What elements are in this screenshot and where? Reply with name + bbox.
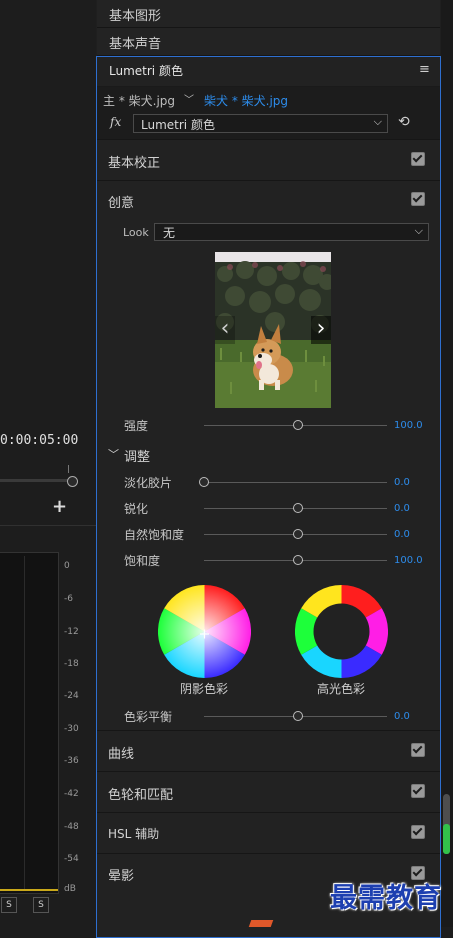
saturation-value[interactable]: 100.0 <box>394 555 423 566</box>
audio-meter-channel-divider <box>24 556 25 890</box>
creative-checkbox[interactable] <box>411 192 425 206</box>
solo-button-right[interactable]: S <box>33 897 49 913</box>
divider <box>97 180 440 181</box>
tab-label: 基本声音 <box>109 37 162 52</box>
timeline-tick <box>68 465 69 473</box>
scrollbar-track[interactable] <box>441 0 453 927</box>
tab-label: 基本图形 <box>109 9 162 24</box>
look-select-value: 无 <box>163 226 176 240</box>
section-vignette[interactable]: 晕影 <box>108 865 134 884</box>
highlight-tint-label: 高光色彩 <box>316 682 365 696</box>
audio-meter-level <box>0 889 58 891</box>
intensity-label: 强度 <box>124 419 149 433</box>
section-creative[interactable]: 创意 <box>108 192 134 211</box>
divider <box>97 730 440 731</box>
db-tick: -54 <box>64 854 79 864</box>
decorative-mark <box>248 920 274 927</box>
effect-select-value: Lumetri 颜色 <box>141 118 215 132</box>
saturation-label: 饱和度 <box>124 554 161 568</box>
add-button[interactable]: + <box>52 496 67 517</box>
db-tick: -42 <box>64 789 79 799</box>
basic-correction-checkbox[interactable] <box>411 152 425 166</box>
divider <box>97 139 440 140</box>
db-tick: -48 <box>64 822 79 832</box>
active-clip-label[interactable]: 柴犬 * 柴犬.jpg <box>204 92 288 109</box>
hamburger-icon[interactable]: ≡ <box>419 62 430 77</box>
faded-film-value[interactable]: 0.0 <box>394 477 410 488</box>
color-wheels-checkbox[interactable] <box>411 784 425 798</box>
faded-film-slider-track[interactable] <box>204 482 387 483</box>
look-select[interactable]: 无 ⌵ <box>154 223 429 241</box>
divider <box>97 771 440 772</box>
db-tick: 0 <box>64 561 70 571</box>
timeline-timecode: 0:00:05:00 <box>0 433 79 448</box>
divider <box>97 812 440 813</box>
divider <box>97 853 440 854</box>
next-look-button[interactable]: › <box>311 316 331 344</box>
panel-title: Lumetri 颜色 <box>109 64 183 78</box>
shadow-tint-label: 阴影色彩 <box>179 682 228 696</box>
chevron-down-icon: ⌵ <box>414 224 423 237</box>
tint-balance-label: 色彩平衡 <box>124 710 173 724</box>
fx-icon: fx <box>110 115 122 129</box>
timeline-scroll-bar[interactable] <box>0 479 68 482</box>
effect-select[interactable]: Lumetri 颜色 ⌵ <box>133 114 388 133</box>
previous-look-button[interactable]: ‹ <box>215 316 235 344</box>
tint-balance-value[interactable]: 0.0 <box>394 711 410 722</box>
section-hsl-secondary[interactable]: HSL 辅助 <box>108 825 159 842</box>
db-tick: -30 <box>64 724 79 734</box>
scrollbar-highlight <box>443 824 450 854</box>
tab-basic-graphics[interactable]: 基本图形 <box>97 0 440 28</box>
audio-meter <box>0 552 59 894</box>
chevron-down-icon[interactable]: ﹀ <box>184 91 194 106</box>
faded-film-slider-knob[interactable] <box>199 477 209 487</box>
timeline-panel <box>0 0 96 493</box>
adjust-subsection-title[interactable]: 调整 <box>124 446 150 465</box>
sharpen-label: 锐化 <box>124 502 149 516</box>
chevron-down-icon: ⌵ <box>373 115 382 128</box>
sharpen-value[interactable]: 0.0 <box>394 503 410 514</box>
intensity-slider-knob[interactable] <box>293 420 303 430</box>
db-unit-label: dB <box>64 884 76 894</box>
reset-icon[interactable]: ⟲ <box>398 114 410 130</box>
db-tick: -12 <box>64 627 79 637</box>
section-curves[interactable]: 曲线 <box>108 743 134 762</box>
db-tick: -24 <box>64 691 79 701</box>
watermark-text: 最需教育 <box>330 883 442 914</box>
solo-button-left[interactable]: S <box>1 897 17 913</box>
tint-balance-slider-knob[interactable] <box>293 711 303 721</box>
db-tick: -6 <box>64 594 73 604</box>
panel-divider <box>0 525 96 526</box>
saturation-slider-knob[interactable] <box>293 555 303 565</box>
intensity-value[interactable]: 100.0 <box>394 420 423 431</box>
look-label: Look <box>123 226 149 239</box>
sharpen-slider-knob[interactable] <box>293 503 303 513</box>
vibrance-slider-knob[interactable] <box>293 529 303 539</box>
section-basic-correction[interactable]: 基本校正 <box>108 152 160 171</box>
master-clip-label[interactable]: 主 * 柴犬.jpg <box>103 92 175 109</box>
shadow-tint-wheel[interactable] <box>157 585 252 678</box>
db-tick: -18 <box>64 659 79 669</box>
timeline-zoom-handle[interactable] <box>67 476 78 487</box>
lumetri-color-panel <box>96 56 441 938</box>
vibrance-value[interactable]: 0.0 <box>394 529 410 540</box>
chevron-down-icon[interactable]: ﹀ <box>108 446 119 462</box>
vibrance-label: 自然饱和度 <box>124 528 185 542</box>
hsl-checkbox[interactable] <box>411 825 425 839</box>
tab-basic-sound[interactable]: 基本声音 <box>97 28 440 56</box>
curves-checkbox[interactable] <box>411 743 425 757</box>
highlight-tint-wheel[interactable] <box>294 585 389 678</box>
db-tick: -36 <box>64 756 79 766</box>
faded-film-label: 淡化胶片 <box>124 476 173 490</box>
section-color-wheels[interactable]: 色轮和匹配 <box>108 784 173 803</box>
